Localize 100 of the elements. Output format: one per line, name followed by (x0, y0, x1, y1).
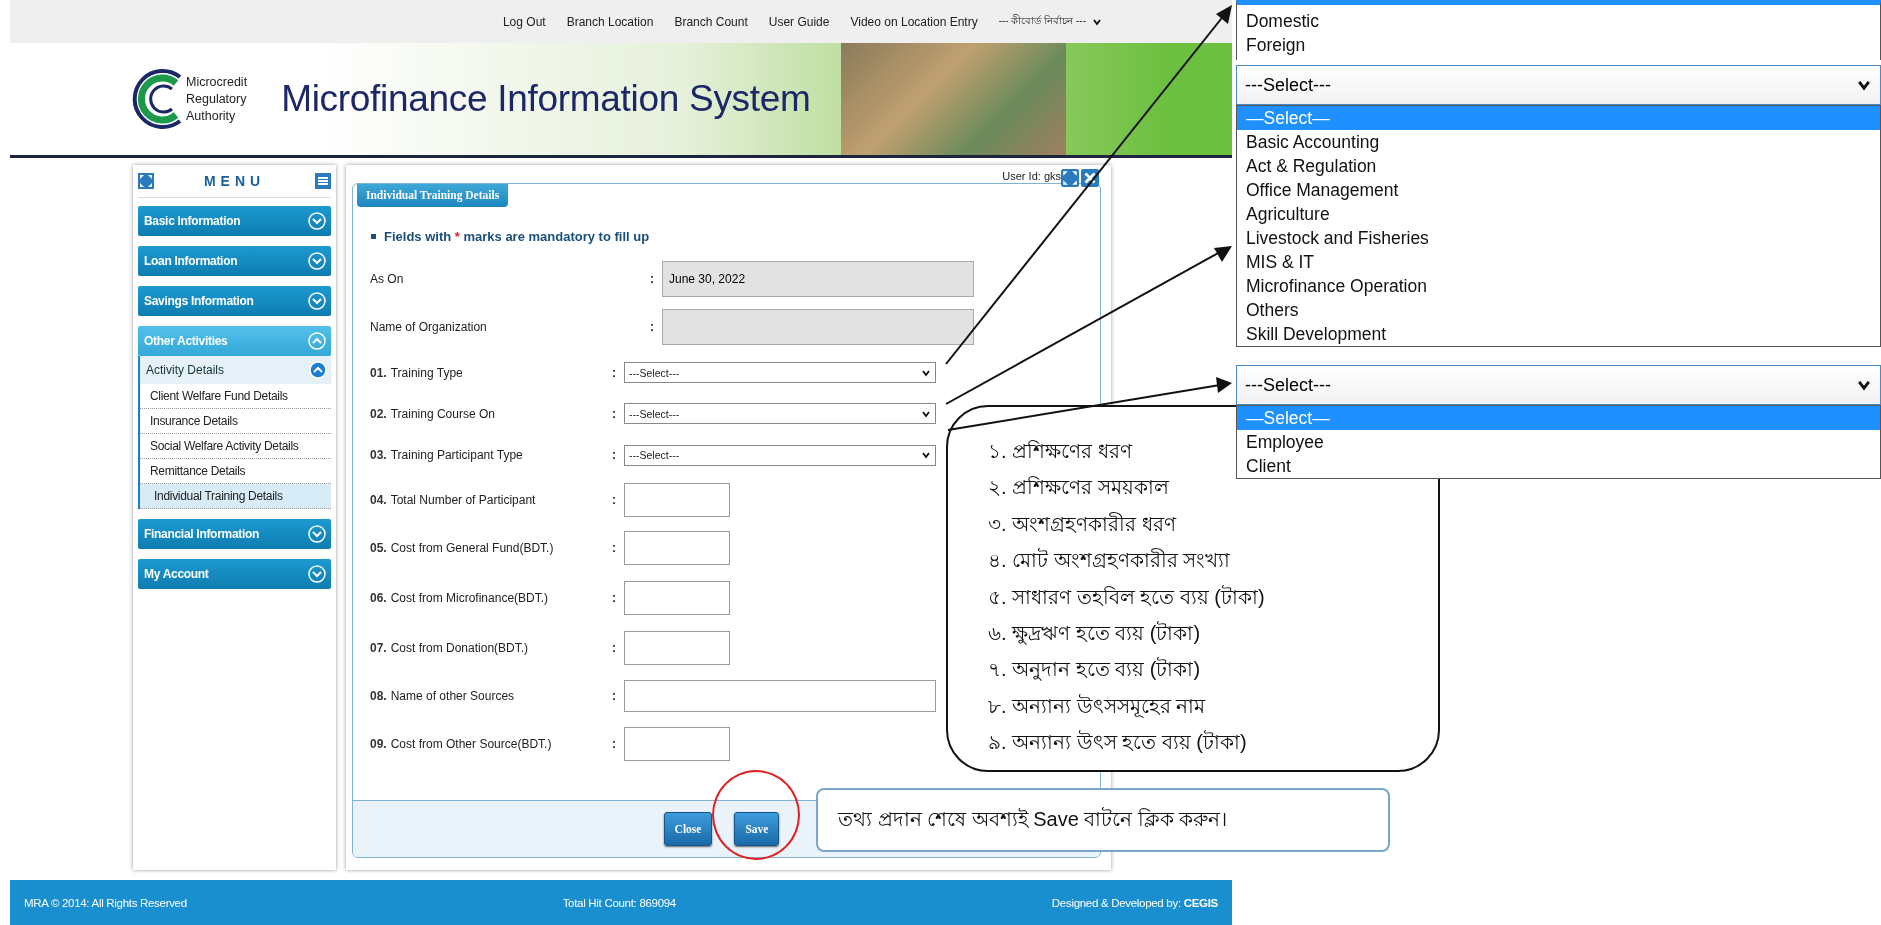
hit-count: Total Hit Count: 869094 (562, 896, 676, 909)
input-field[interactable]: June 30, 2022 (662, 261, 974, 297)
nav-link[interactable]: Branch Location (566, 14, 654, 29)
colon: : (612, 493, 617, 507)
field-label: Training Course On (390, 406, 495, 421)
input-field[interactable] (624, 631, 730, 665)
legend-line: ৯. অন্যান্য উৎস হতে ব্যয় (টাকা) (988, 729, 1247, 756)
field-number: 02. (370, 406, 387, 421)
dropdown-field[interactable]: ---Select--- (1236, 65, 1881, 105)
panel-title: Individual Training Details (357, 184, 509, 207)
dropdown-option[interactable]: Basic Accounting (1237, 130, 1880, 154)
input-field[interactable] (662, 309, 974, 345)
field-number: 03. (370, 448, 387, 462)
expand-icon[interactable] (1061, 169, 1079, 187)
field-label: Cost from Donation(BDT.) (390, 641, 529, 655)
colon: : (612, 448, 617, 462)
dropdown-option[interactable]: Livestock and Fisheries (1237, 226, 1880, 250)
dropdown-option[interactable]: Domestic (1237, 9, 1880, 33)
nav-link[interactable]: Branch Count (674, 14, 748, 29)
field-number: 06. (370, 591, 387, 605)
colon: : (612, 541, 617, 555)
menu-item[interactable]: Financial Information (138, 519, 331, 549)
dropdown-option[interactable]: Employee (1237, 430, 1880, 454)
submenu-link[interactable]: Client Welfare Fund Details (140, 384, 331, 409)
dropdown-option[interactable]: Office Management (1237, 178, 1880, 202)
submenu-link[interactable]: Social Welfare Activity Details (140, 434, 331, 459)
field-label: Cost from General Fund(BDT.) (390, 541, 554, 555)
legend-line: ৫. সাধারণ তহবিল হতে ব্যয় (টাকা) (988, 584, 1265, 610)
legend-line: ৪. মোট অংশগ্রহণকারীর সংখ্যা (988, 547, 1231, 574)
input-field[interactable] (624, 531, 730, 565)
colon: : (612, 689, 617, 703)
nav-link[interactable]: User Guide (768, 14, 830, 29)
mandatory-note: Fields with * marks are mandatory to fill up (384, 229, 650, 244)
dropdown-option[interactable]: Agriculture (1237, 202, 1880, 226)
field-number: 09. (370, 737, 387, 751)
colon: : (612, 737, 617, 751)
caret-icon (921, 450, 931, 460)
bullet-icon (371, 234, 376, 239)
logo-icon (132, 67, 184, 131)
colon: : (650, 272, 655, 286)
legend-line: ৬. ক্ষুদ্রঋণ হতে ব্যয় (টাকা) (988, 620, 1201, 647)
form-button[interactable]: Close (663, 812, 713, 846)
menu-title: MENU (203, 173, 266, 189)
legend-line: ১. প্রশিক্ষণের ধরণ (988, 439, 1132, 464)
field-label: Training Participant Type (390, 448, 523, 462)
field-label: Cost from Microfinance(BDT.) (390, 591, 549, 605)
credit-text: Designed & Developed by: CEGIS (1051, 896, 1218, 909)
dropdown-option[interactable]: Others (1237, 298, 1880, 322)
field-label: Name of Organization (370, 320, 487, 334)
field-number: 05. (370, 541, 387, 555)
logo-text: Microcredit (186, 73, 248, 91)
dropdown-option[interactable]: Foreign (1237, 33, 1880, 57)
menu-item[interactable]: My Account (138, 559, 331, 589)
keyboard-select[interactable]: --- কীবোর্ড নির্বাচন --- (998, 13, 1102, 30)
dropdown-field[interactable]: ---Select--- (624, 444, 936, 466)
site-title: Microfinance Information System (281, 78, 811, 120)
input-field[interactable] (624, 680, 936, 712)
field-label: Name of other Sources (390, 689, 515, 703)
dropdown-field[interactable]: ---Select--- (1236, 365, 1881, 405)
colon: : (612, 591, 617, 605)
field-label: Cost from Other Source(BDT.) (390, 737, 552, 751)
menu-item[interactable]: Loan Information (138, 246, 331, 276)
form-button[interactable]: Save (734, 812, 780, 846)
input-field[interactable] (624, 581, 730, 615)
colon: : (612, 406, 617, 421)
field-number: 01. (370, 365, 387, 380)
field-label: As On (370, 272, 404, 286)
save-note: তথ্য প্রদান শেষে অবশ্যই Save বাটনে ক্লিক করুন। (816, 788, 1390, 852)
submenu-item[interactable]: Activity Details (140, 356, 331, 384)
nav-link[interactable]: Log Out (502, 14, 546, 29)
dropdown-field[interactable]: ---Select--- (624, 362, 936, 383)
submenu-link[interactable]: Insurance Details (140, 409, 331, 434)
logo-text: Regulatory (186, 90, 248, 108)
colon: : (612, 641, 617, 655)
dropdown-field[interactable]: ---Select--- (624, 403, 936, 424)
dropdown-option[interactable]: Microfinance Operation (1237, 274, 1880, 298)
legend-line: ২. প্রশিক্ষণের সময়কাল (988, 475, 1169, 501)
menu-icon[interactable] (315, 173, 331, 189)
legend-line: ৮. অন্যান্য উৎসসমূহের নাম (988, 693, 1206, 720)
menu-item[interactable]: Savings Information (138, 286, 331, 316)
submenu-link[interactable]: Individual Training Details (140, 484, 331, 509)
user-id: User Id: gks (1002, 170, 1061, 182)
dropdown-option[interactable]: Act & Regulation (1237, 154, 1880, 178)
dropdown-option[interactable]: Client (1237, 454, 1880, 478)
colon: : (650, 320, 655, 334)
field-label: Training Type (390, 365, 463, 380)
expand-icon[interactable] (138, 173, 154, 189)
nav-link[interactable]: Video on Location Entry (850, 14, 978, 29)
copyright-text: MRA © 2014: All Rights Reserved (24, 896, 187, 909)
colon: : (612, 365, 617, 380)
input-field[interactable] (624, 727, 730, 761)
field-number: 04. (370, 493, 387, 507)
dropdown-option[interactable]: MIS & IT (1237, 250, 1880, 274)
dropdown-option[interactable]: Skill Development (1237, 322, 1880, 346)
legend-line: ৭. অনুদান হতে ব্যয় (টাকা) (988, 656, 1201, 683)
field-number: 07. (370, 641, 387, 655)
field-label: Total Number of Participant (390, 493, 536, 507)
field-number: 08. (370, 689, 387, 703)
input-field[interactable] (624, 483, 730, 517)
menu-item[interactable]: Basic Information (138, 206, 331, 236)
